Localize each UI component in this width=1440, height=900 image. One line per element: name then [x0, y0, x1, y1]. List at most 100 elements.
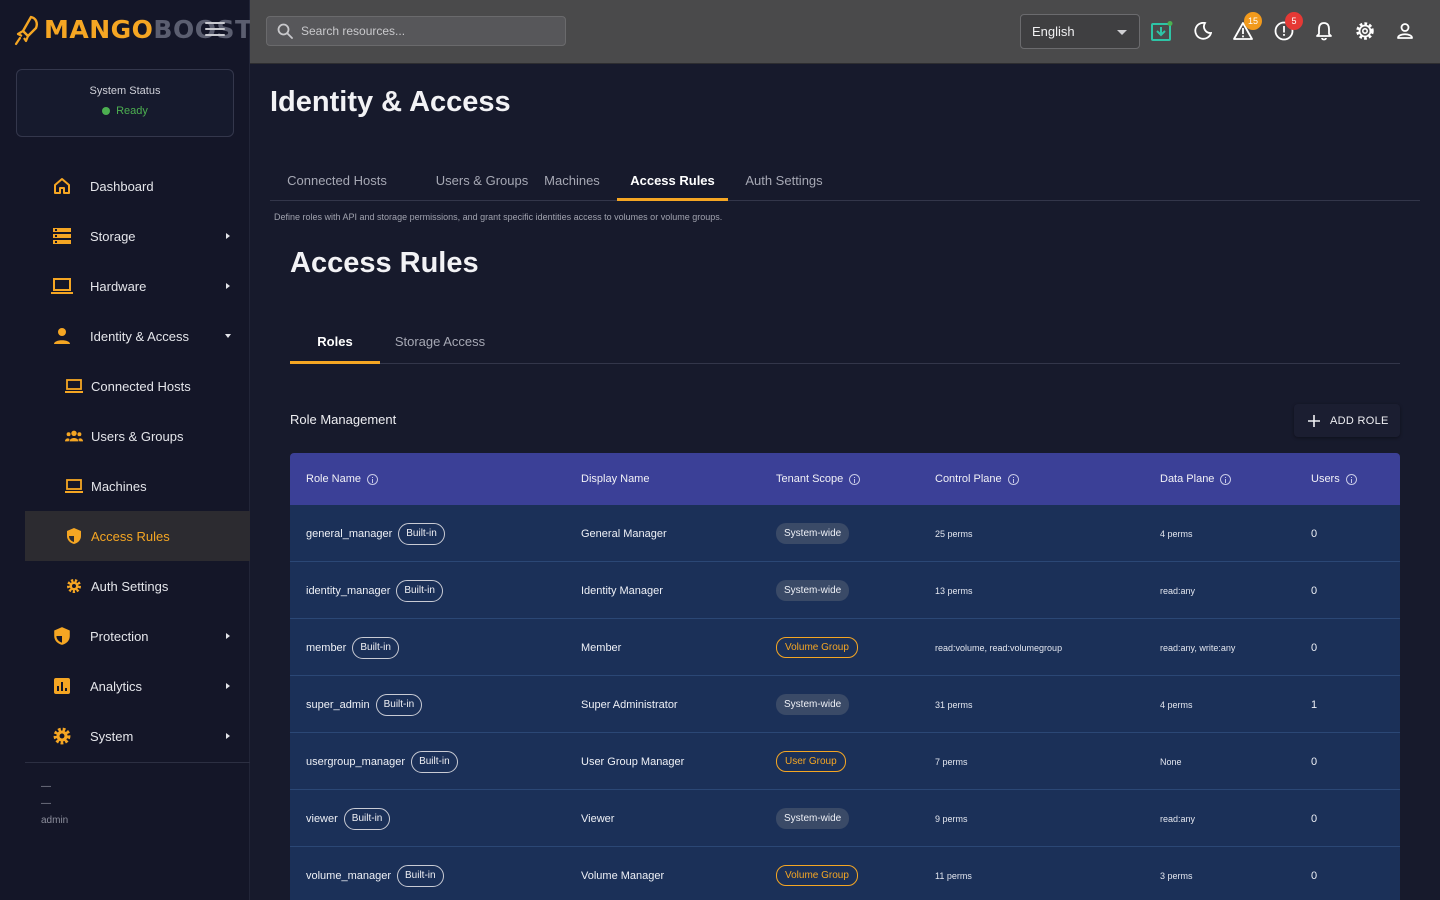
bell-icon[interactable] — [1313, 20, 1335, 42]
data-plane-value: read:any — [1160, 813, 1196, 824]
dark-mode-icon[interactable] — [1192, 20, 1214, 42]
sidebar-item-auth-settings[interactable]: Auth Settings — [25, 561, 250, 611]
shield-icon — [51, 625, 73, 647]
sidebar-item-analytics[interactable]: Analytics — [25, 661, 250, 711]
scope-chip: User Group — [776, 751, 846, 772]
control-plane-value: 9 perms — [935, 813, 968, 824]
column-header-tenant-scope[interactable]: Tenant Scope — [776, 453, 861, 505]
inner-tabs: Roles Storage Access — [290, 320, 1400, 364]
scope-chip: System-wide — [776, 694, 850, 715]
language-select[interactable]: English — [1020, 14, 1140, 49]
page-description: Define roles with API and storage permis… — [274, 212, 723, 222]
info-icon[interactable] — [1007, 473, 1019, 485]
tab-connected-hosts[interactable]: Connected Hosts — [270, 160, 404, 200]
analytics-icon — [51, 675, 73, 697]
system-status-value: Ready — [116, 105, 148, 117]
sidebar-item-dashboard[interactable]: Dashboard — [25, 161, 250, 211]
table-row[interactable]: super_admin Built-in Super Administrator … — [290, 676, 1400, 733]
header-label: Tenant Scope — [776, 473, 844, 485]
sidebar-item-protection[interactable]: Protection — [25, 611, 250, 661]
table-row[interactable]: usergroup_manager Built-in User Group Man… — [290, 733, 1400, 790]
brand-primary: MANGO — [44, 15, 154, 44]
system-status-card: System Status Ready — [16, 69, 234, 137]
column-header-display-name[interactable]: Display Name — [581, 453, 649, 505]
sidebar-item-hardware[interactable]: Hardware — [25, 261, 250, 311]
tab-storage-access[interactable]: Storage Access — [380, 320, 500, 363]
settings-gear-icon[interactable] — [1354, 20, 1376, 42]
sidebar-item-users-groups[interactable]: Users & Groups — [25, 411, 250, 461]
language-value: English — [1032, 24, 1075, 39]
section-title: Access Rules — [290, 247, 479, 279]
data-plane-value: 4 perms — [1160, 528, 1193, 539]
laptop-icon — [65, 477, 83, 495]
search-box[interactable] — [266, 16, 566, 46]
chevron-down-icon — [225, 334, 231, 338]
sidebar-footer-line: — — [41, 798, 51, 809]
table-header: Role Name Display Name Tenant Scope Cont… — [290, 453, 1400, 505]
role-name: volume_manager — [306, 869, 391, 882]
control-plane-value: read:volume, read:volumegroup — [935, 642, 1063, 653]
sidebar-item-label: Auth Settings — [91, 578, 169, 594]
sidebar-item-identity-access[interactable]: Identity & Access — [25, 311, 250, 361]
system-status-title: System Status — [89, 85, 161, 97]
builtin-badge: Built-in — [411, 750, 458, 773]
users-count: 0 — [1311, 869, 1318, 882]
info-icon[interactable] — [1220, 473, 1232, 485]
search-icon — [277, 23, 293, 39]
data-plane-value: 4 perms — [1160, 699, 1193, 710]
chevron-right-icon — [226, 683, 230, 689]
column-header-control-plane[interactable]: Control Plane — [935, 453, 1019, 505]
sidebar-item-access-rules[interactable]: Access Rules — [25, 511, 250, 561]
table-row[interactable]: general_manager Built-in General Manager … — [290, 505, 1400, 562]
home-icon — [51, 175, 73, 197]
download-icon[interactable] — [1151, 20, 1173, 42]
sidebar-item-connected-hosts[interactable]: Connected Hosts — [25, 361, 250, 411]
users-count: 0 — [1311, 812, 1318, 825]
role-name: general_manager — [306, 527, 393, 540]
column-header-users[interactable]: Users — [1311, 453, 1357, 505]
data-plane-value: None — [1160, 756, 1182, 767]
info-icon[interactable] — [849, 473, 861, 485]
sidebar-footer-line: — — [41, 781, 51, 792]
tab-auth-settings[interactable]: Auth Settings — [728, 160, 840, 200]
control-plane-value: 25 perms — [935, 528, 973, 539]
tab-machines[interactable]: Machines — [528, 160, 616, 200]
sidebar-item-system[interactable]: System — [25, 711, 250, 761]
table-row[interactable]: member Built-in Member Volume Group read:… — [290, 619, 1400, 676]
table-row[interactable]: viewer Built-in Viewer System-wide 9 perm… — [290, 790, 1400, 847]
column-header-data-plane[interactable]: Data Plane — [1160, 453, 1232, 505]
table-row[interactable]: volume_manager Built-in Volume Manager Vo… — [290, 847, 1400, 900]
search-input[interactable] — [301, 24, 551, 38]
column-header-role-name[interactable]: Role Name — [306, 453, 379, 505]
gear-icon — [65, 577, 83, 595]
sidebar-item-label: Access Rules — [91, 528, 170, 544]
menu-toggle-icon[interactable] — [205, 22, 225, 38]
role-management-title: Role Management — [290, 412, 397, 427]
users-count: 0 — [1311, 641, 1318, 654]
sidebar-item-label: Storage — [90, 228, 136, 244]
builtin-badge: Built-in — [396, 579, 443, 602]
account-icon[interactable] — [1394, 20, 1416, 42]
info-icon[interactable] — [1345, 473, 1357, 485]
page-tabs: Connected Hosts Users & Groups Machines … — [270, 160, 1420, 201]
role-name: super_admin — [306, 698, 370, 711]
sidebar-item-label: Identity & Access — [90, 328, 189, 344]
scope-chip: Volume Group — [776, 637, 858, 658]
sidebar-divider — [25, 762, 250, 763]
info-icon[interactable] — [367, 473, 379, 485]
sidebar-item-storage[interactable]: Storage — [25, 211, 250, 261]
sidebar-item-machines[interactable]: Machines — [25, 461, 250, 511]
role-name: viewer — [306, 812, 338, 825]
header-label: Users — [1311, 473, 1340, 485]
laptop-icon — [51, 275, 73, 297]
tab-roles[interactable]: Roles — [290, 320, 380, 364]
add-role-button[interactable]: ADD ROLE — [1294, 404, 1400, 437]
display-name: Volume Manager — [581, 869, 665, 882]
table-row[interactable]: identity_manager Built-in Identity Manage… — [290, 562, 1400, 619]
status-dot-icon — [102, 107, 111, 115]
sidebar-item-label: Analytics — [90, 678, 143, 694]
data-plane-value: read:any, write:any — [1160, 642, 1236, 653]
builtin-badge: Built-in — [398, 522, 445, 545]
caret-down-icon — [1117, 30, 1127, 35]
tab-access-rules[interactable]: Access Rules — [617, 160, 728, 201]
